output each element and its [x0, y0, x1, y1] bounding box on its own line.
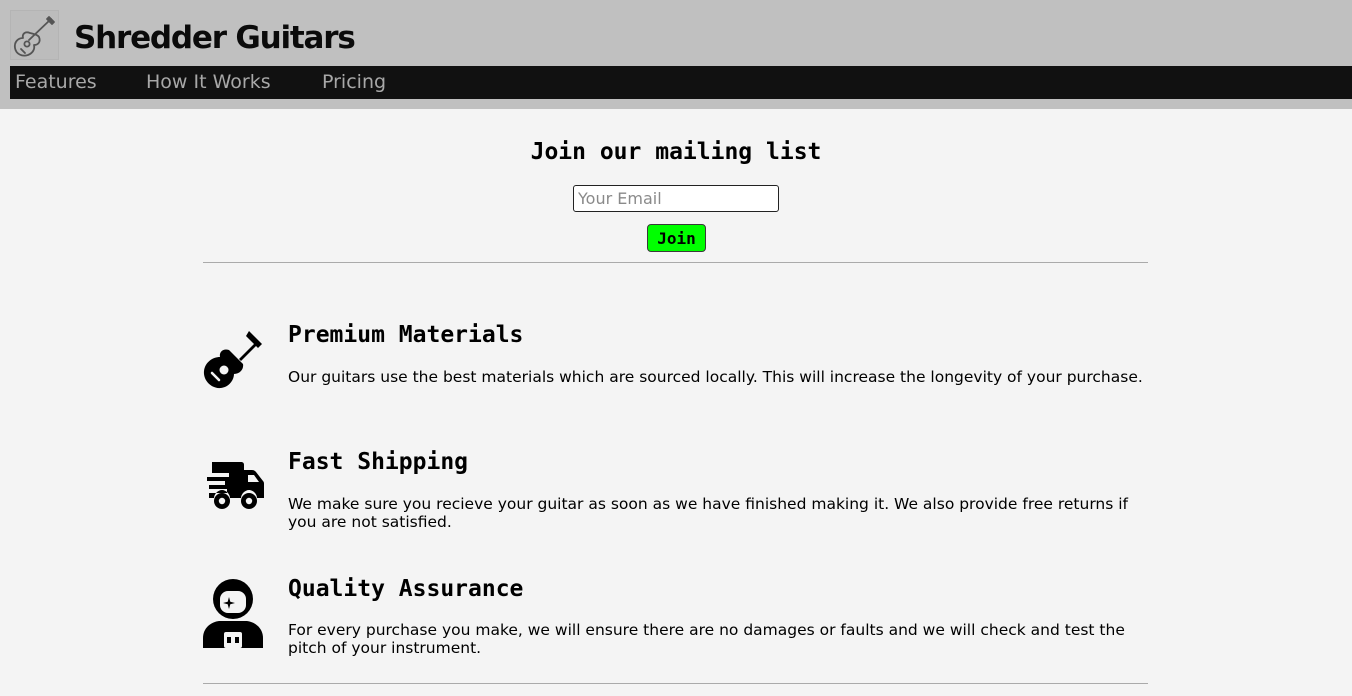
- mailing-list-title: Join our mailing list: [530, 139, 822, 165]
- guitar-icon: [203, 331, 262, 389]
- astronaut-icon: [203, 579, 263, 648]
- divider: [203, 683, 1148, 684]
- feature-description: Our guitars use the best materials which…: [288, 368, 1143, 386]
- logo[interactable]: [10, 10, 59, 60]
- guitar-icon: [13, 16, 55, 57]
- feature-title: Quality Assurance: [288, 576, 524, 602]
- feature-description: For every purchase you make, we will ens…: [288, 621, 1125, 657]
- nav-link-pricing[interactable]: Pricing: [322, 70, 386, 94]
- site-header: Shredder Guitars Features How It Works P…: [0, 0, 1352, 109]
- nav-link-how-it-works[interactable]: How It Works: [146, 70, 271, 94]
- feature-title: Fast Shipping: [288, 449, 469, 475]
- nav-bar: Features How It Works Pricing: [10, 66, 1352, 99]
- feature-title: Premium Materials: [288, 322, 524, 348]
- divider: [203, 262, 1148, 263]
- shipping-truck-icon: [207, 462, 264, 509]
- brand-name: Shredder Guitars: [74, 20, 356, 56]
- feature-description: We make sure you recieve your guitar as …: [288, 495, 1129, 531]
- nav-link-features[interactable]: Features: [15, 70, 97, 94]
- join-button[interactable]: Join: [647, 224, 706, 252]
- email-input[interactable]: [573, 185, 779, 212]
